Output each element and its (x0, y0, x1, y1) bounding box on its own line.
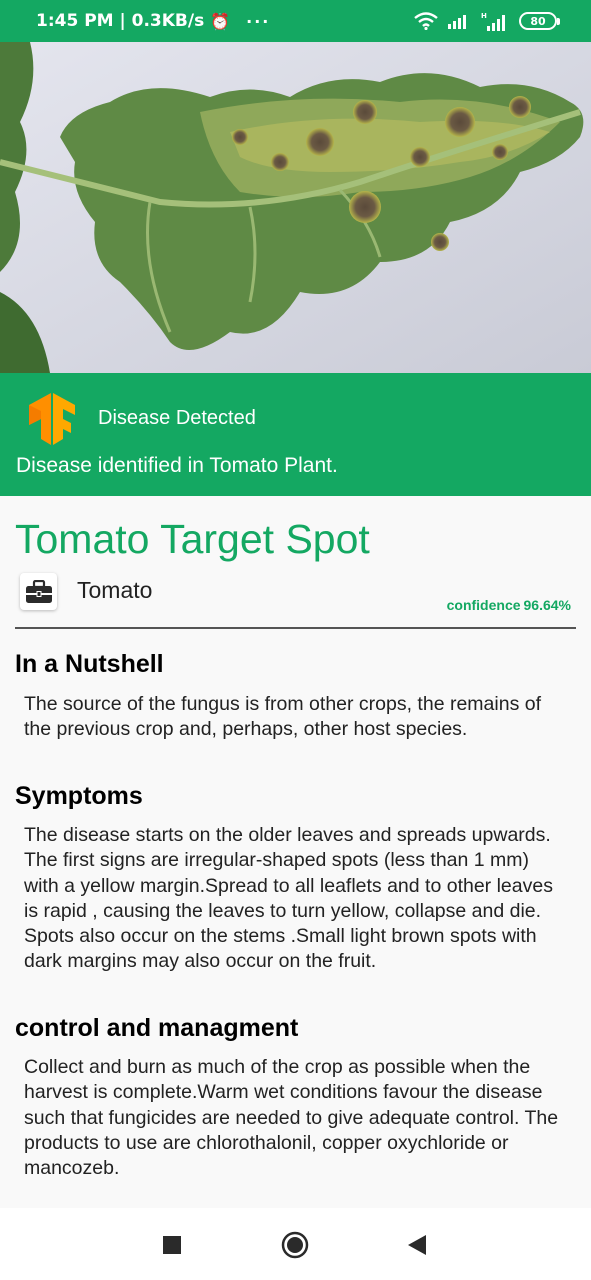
signal-icon-2: H (481, 12, 505, 31)
disease-name-title: Tomato Target Spot (15, 516, 370, 562)
status-bar: 1:45 PM | 0.3KB/s ⏰ ··· H 80 (0, 0, 591, 42)
confidence-label: confidence (446, 597, 521, 613)
section-heading-control: control and managment (15, 1014, 299, 1042)
back-button[interactable] (397, 1230, 437, 1260)
alarm-clock-icon: ⏰ (210, 11, 231, 31)
section-body-control: Collect and burn as much of the crop as … (24, 1056, 559, 1180)
tensorflow-logo-icon (29, 393, 75, 445)
recents-button[interactable] (152, 1230, 192, 1260)
system-navigation-bar (0, 1208, 591, 1280)
confidence-score: confidence 96.64% (447, 597, 571, 613)
section-heading-nutshell: In a Nutshell (15, 650, 164, 678)
banner-subtitle: Disease identified in Tomato Plant. (16, 454, 338, 477)
plant-leaf-image (0, 42, 591, 373)
battery-icon: 80 (519, 12, 560, 30)
home-button[interactable] (275, 1230, 315, 1260)
section-body-symptoms: The disease starts on the older leaves a… (24, 824, 553, 973)
battery-level: 80 (530, 14, 546, 28)
divider (15, 627, 576, 629)
crop-name: Tomato (77, 577, 153, 603)
svg-text:H: H (481, 12, 487, 20)
confidence-value: 96.64% (523, 597, 571, 613)
banner-title: Disease Detected (98, 407, 256, 429)
triangle-back-icon (408, 1235, 426, 1255)
section-heading-symptoms: Symptoms (15, 782, 143, 810)
section-body-nutshell: The source of the fungus is from other c… (24, 693, 541, 741)
signal-icon-1 (448, 15, 466, 29)
wifi-icon (414, 12, 438, 30)
more-notifications-icon: ··· (246, 11, 271, 31)
circle-home-icon (281, 1231, 309, 1259)
square-recents-icon (163, 1236, 181, 1254)
briefcase-icon (20, 573, 57, 610)
status-time: 1:45 PM | 0.3KB/s (36, 11, 205, 31)
